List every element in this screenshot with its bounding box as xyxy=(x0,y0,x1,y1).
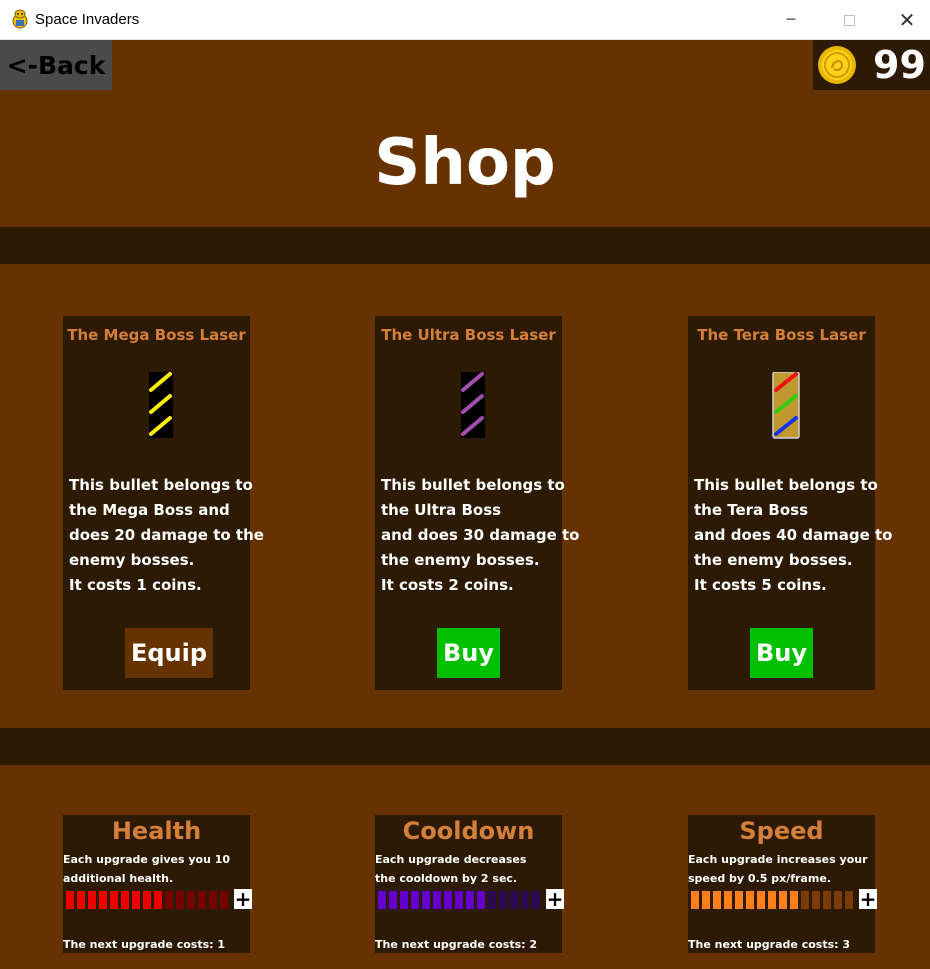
upgrade-cost: The next upgrade costs: 3 xyxy=(688,938,851,951)
laser-name: The Ultra Boss Laser xyxy=(381,326,556,344)
upgrade-level-bar: + xyxy=(688,889,877,911)
upgrade-level-bar: + xyxy=(375,889,564,911)
upgrade-level-segment xyxy=(746,891,754,909)
laser-name: The Tera Boss Laser xyxy=(697,326,866,344)
upgrade-level-segment xyxy=(400,891,408,909)
divider-bottom xyxy=(0,728,930,765)
upgrade-level-segment xyxy=(790,891,798,909)
upgrade-level-segment xyxy=(187,891,195,909)
window-title: Space Invaders xyxy=(35,11,140,28)
laser-card-mega: The Mega Boss Laser This bullet belongs … xyxy=(63,316,264,690)
minimize-icon: ─ xyxy=(786,12,796,28)
upgrade-level-segment xyxy=(823,891,831,909)
upgrade-level-segment xyxy=(691,891,699,909)
upgrade-level-segment xyxy=(779,891,787,909)
upgrade-level-segment xyxy=(198,891,206,909)
upgrade-card-cooldown: Cooldown Each upgrade decreases the cool… xyxy=(375,815,564,953)
upgrade-level-segment xyxy=(66,891,74,909)
upgrade-level-segment xyxy=(713,891,721,909)
tera-laser-bullet-icon xyxy=(772,372,800,439)
minimize-button[interactable]: ─ xyxy=(768,0,814,40)
upgrade-description: Each upgrade decreases the cooldown by 2… xyxy=(375,853,527,885)
upgrade-card-health: Health Each upgrade gives you 10 additio… xyxy=(63,815,252,953)
shop-screen: <-Back 99 Shop The Mega Boss Laser This … xyxy=(0,40,930,969)
upgrade-level-segment xyxy=(110,891,118,909)
upgrade-level-segment xyxy=(378,891,386,909)
upgrade-level-segment xyxy=(220,891,228,909)
upgrade-name: Cooldown xyxy=(402,817,535,845)
upgrade-level-segment xyxy=(812,891,820,909)
divider-top xyxy=(0,227,930,264)
upgrade-level-segment xyxy=(88,891,96,909)
upgrade-level-segment xyxy=(422,891,430,909)
upgrade-level-segment xyxy=(433,891,441,909)
gold-coin-icon xyxy=(818,46,856,84)
maximize-button[interactable] xyxy=(826,0,872,40)
upgrade-level-segment xyxy=(735,891,743,909)
ultra-laser-bullet-icon xyxy=(461,372,485,438)
upgrade-level-segment xyxy=(154,891,162,909)
pygame-snake-icon xyxy=(12,9,28,29)
upgrade-plus-button[interactable]: + xyxy=(234,889,252,909)
upgrade-level-segment xyxy=(143,891,151,909)
upgrade-level-segment xyxy=(477,891,485,909)
upgrade-level-segment xyxy=(768,891,776,909)
upgrade-card-speed: Speed Each upgrade increases your speed … xyxy=(688,815,877,953)
equip-button[interactable]: Equip xyxy=(125,628,213,678)
upgrade-level-segment xyxy=(165,891,173,909)
upgrade-name: Speed xyxy=(739,817,824,845)
coin-counter: 99 xyxy=(813,40,930,90)
upgrade-level-segment xyxy=(455,891,463,909)
upgrade-level-segment xyxy=(488,891,496,909)
buy-button-tera[interactable]: Buy xyxy=(750,628,813,678)
buy-button-ultra[interactable]: Buy xyxy=(437,628,500,678)
coin-count: 99 xyxy=(873,43,926,87)
close-icon: ✕ xyxy=(898,8,916,32)
mega-laser-bullet-icon xyxy=(149,372,173,438)
upgrade-level-segment xyxy=(702,891,710,909)
upgrade-level-bar: + xyxy=(63,889,252,911)
upgrade-level-segment xyxy=(99,891,107,909)
upgrade-level-segment xyxy=(845,891,853,909)
upgrade-level-segment xyxy=(532,891,540,909)
upgrade-description: Each upgrade gives you 10 additional hea… xyxy=(63,853,231,885)
upgrade-plus-button[interactable]: + xyxy=(546,889,564,909)
laser-card-tera: The Tera Boss Laser This bullet belongs … xyxy=(688,316,892,690)
upgrade-level-segment xyxy=(510,891,518,909)
upgrade-level-segment xyxy=(209,891,217,909)
upgrade-level-segment xyxy=(466,891,474,909)
laser-description: This bullet belongs to the Ultra Boss an… xyxy=(381,476,580,594)
laser-card-ultra: The Ultra Boss Laser This bullet belongs… xyxy=(375,316,579,690)
upgrade-level-segment xyxy=(77,891,85,909)
upgrade-level-segment xyxy=(757,891,765,909)
close-button[interactable]: ✕ xyxy=(884,0,930,40)
upgrade-level-segment xyxy=(834,891,842,909)
upgrade-cost: The next upgrade costs: 1 xyxy=(63,938,226,951)
upgrade-cost: The next upgrade costs: 2 xyxy=(375,938,538,951)
upgrade-level-segment xyxy=(121,891,129,909)
upgrade-level-segment xyxy=(499,891,507,909)
upgrade-level-segment xyxy=(411,891,419,909)
upgrade-level-segment xyxy=(724,891,732,909)
laser-description: This bullet belongs to the Mega Boss and… xyxy=(69,476,264,594)
laser-description: This bullet belongs to the Tera Boss and… xyxy=(694,476,893,594)
page-title: Shop xyxy=(374,126,556,200)
upgrade-name: Health xyxy=(111,817,202,845)
back-button[interactable]: <-Back xyxy=(0,40,112,90)
upgrade-level-segment xyxy=(521,891,529,909)
laser-name: The Mega Boss Laser xyxy=(67,326,246,344)
upgrade-level-segment xyxy=(801,891,809,909)
maximize-icon xyxy=(843,14,855,26)
upgrade-level-segment xyxy=(176,891,184,909)
upgrade-level-segment xyxy=(132,891,140,909)
upgrade-level-segment xyxy=(389,891,397,909)
upgrade-plus-button[interactable]: + xyxy=(859,889,877,909)
window-titlebar: Space Invaders ─ ✕ xyxy=(0,0,930,40)
upgrade-level-segment xyxy=(444,891,452,909)
upgrade-description: Each upgrade increases your speed by 0.5… xyxy=(688,853,868,885)
